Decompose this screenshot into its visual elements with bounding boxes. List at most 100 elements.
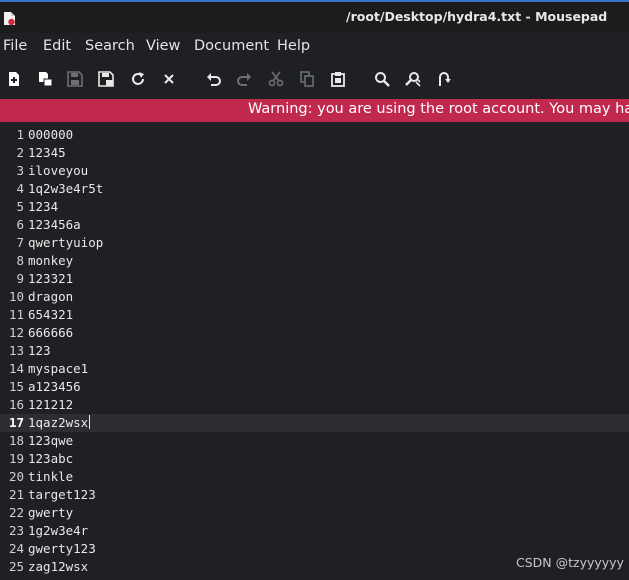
line-content: 123abc bbox=[28, 451, 74, 466]
editor-line[interactable]: 19 123abc bbox=[0, 450, 629, 468]
find-replace-icon bbox=[405, 72, 421, 87]
line-text[interactable]: 123456a bbox=[28, 217, 81, 232]
text-editor[interactable]: 1 000000 2 12345 3 iloveyou 4 1q2w3e4r5t 5 1234 6 1… bbox=[0, 124, 629, 580]
line-number: 4 bbox=[16, 181, 24, 196]
paste-button[interactable] bbox=[328, 69, 348, 89]
line-content: a123456 bbox=[28, 379, 81, 394]
menu-help[interactable]: Help bbox=[277, 38, 310, 54]
line-number: 25 bbox=[8, 559, 24, 574]
go-to-line-button[interactable] bbox=[434, 69, 454, 89]
new-document-button[interactable] bbox=[4, 69, 24, 89]
editor-line[interactable]: 2 12345 bbox=[0, 144, 629, 162]
editor-line[interactable]: 3 iloveyou bbox=[0, 162, 629, 180]
editor-line[interactable]: 18 123qwe bbox=[0, 432, 629, 450]
line-text[interactable]: gwerty bbox=[28, 505, 73, 520]
go-to-line-icon bbox=[439, 72, 451, 86]
line-text[interactable]: qwertyuiop bbox=[28, 235, 103, 250]
line-text[interactable]: 123qwe bbox=[28, 433, 73, 448]
line-number: 20 bbox=[8, 469, 24, 484]
line-text[interactable]: 12345 bbox=[28, 145, 66, 160]
line-text[interactable]: tinkle bbox=[28, 469, 73, 484]
title-bar: /root/Desktop/hydra4.txt - Mousepad bbox=[0, 0, 629, 33]
editor-line[interactable]: 22 gwerty bbox=[0, 504, 629, 522]
find-button[interactable] bbox=[372, 69, 392, 89]
redo-button[interactable] bbox=[234, 69, 254, 89]
line-content: 1234 bbox=[28, 199, 59, 214]
editor-line[interactable]: 7 qwertyuiop bbox=[0, 234, 629, 252]
reload-button[interactable] bbox=[128, 69, 148, 89]
line-text[interactable]: 654321 bbox=[28, 307, 73, 322]
new-document-icon bbox=[9, 72, 19, 86]
editor-line[interactable]: 4 1q2w3e4r5t bbox=[0, 180, 629, 198]
menu-search[interactable]: Search bbox=[85, 38, 135, 54]
find-replace-button[interactable] bbox=[403, 69, 423, 89]
editor-line[interactable]: 13 123 bbox=[0, 342, 629, 360]
editor-line[interactable]: 8 monkey bbox=[0, 252, 629, 270]
line-text[interactable]: dragon bbox=[28, 289, 73, 304]
line-number: 13 bbox=[8, 343, 24, 358]
line-text[interactable]: zag12wsx bbox=[28, 559, 88, 574]
editor-line[interactable]: 11 654321 bbox=[0, 306, 629, 324]
toolbar bbox=[0, 61, 629, 97]
line-content: monkey bbox=[28, 253, 74, 268]
editor-line[interactable]: 5 1234 bbox=[0, 198, 629, 216]
line-content: 1qaz2wsx bbox=[28, 415, 89, 430]
line-content: 654321 bbox=[28, 307, 74, 322]
editor-line[interactable]: 15 a123456 bbox=[0, 378, 629, 396]
editor-line[interactable]: 12 666666 bbox=[0, 324, 629, 342]
line-number: 8 bbox=[16, 253, 24, 268]
menu-edit[interactable]: Edit bbox=[43, 38, 71, 54]
line-text[interactable]: 1q2w3e4r5t bbox=[28, 181, 103, 196]
root-warning-text: Warning: you are using the root account.… bbox=[248, 101, 629, 117]
line-text[interactable]: target123 bbox=[28, 487, 96, 502]
copy-button[interactable] bbox=[297, 69, 317, 89]
close-icon bbox=[164, 74, 174, 84]
new-window-button[interactable] bbox=[35, 69, 55, 89]
editor-line[interactable]: 16 121212 bbox=[0, 396, 629, 414]
editor-line[interactable]: 9 123321 bbox=[0, 270, 629, 288]
line-text[interactable]: gwerty123 bbox=[28, 541, 96, 556]
line-text[interactable]: 123 bbox=[28, 343, 51, 358]
line-text[interactable]: monkey bbox=[28, 253, 73, 268]
save-button[interactable] bbox=[65, 69, 85, 89]
line-number: 18 bbox=[8, 433, 24, 448]
editor-line[interactable]: 21 target123 bbox=[0, 486, 629, 504]
line-text[interactable]: a123456 bbox=[28, 379, 81, 394]
editor-line[interactable]: 14 myspace1 bbox=[0, 360, 629, 378]
editor-line[interactable]: 6 123456a bbox=[0, 216, 629, 234]
line-text[interactable]: 666666 bbox=[28, 325, 73, 340]
line-content: 123321 bbox=[28, 271, 74, 286]
cut-button[interactable] bbox=[266, 69, 286, 89]
redo-icon bbox=[237, 73, 251, 86]
line-text[interactable]: 000000 bbox=[28, 127, 73, 142]
line-content: 123qwe bbox=[28, 433, 74, 448]
undo-button[interactable] bbox=[204, 69, 224, 89]
line-text[interactable]: 121212 bbox=[28, 397, 73, 412]
window-title: /root/Desktop/hydra4.txt - Mousepad bbox=[346, 9, 608, 24]
save-as-button[interactable] bbox=[96, 69, 116, 89]
line-content: qwertyuiop bbox=[28, 235, 104, 250]
editor-line[interactable]: 10 dragon bbox=[0, 288, 629, 306]
line-content: 000000 bbox=[28, 127, 74, 142]
line-text[interactable]: 123321 bbox=[28, 271, 73, 286]
line-text[interactable]: 1234 bbox=[28, 199, 58, 214]
line-text[interactable]: 1qaz2wsx bbox=[28, 415, 91, 430]
editor-line[interactable]: 23 1g2w3e4r bbox=[0, 522, 629, 540]
menu-document[interactable]: Document bbox=[194, 38, 269, 54]
line-text[interactable]: myspace1 bbox=[28, 361, 88, 376]
menu-view[interactable]: View bbox=[146, 38, 180, 54]
editor-line[interactable]: 1 000000 bbox=[0, 126, 629, 144]
editor-line[interactable]: 17 1qaz2wsx bbox=[0, 414, 629, 432]
line-number: 24 bbox=[8, 541, 24, 556]
line-text[interactable]: 1g2w3e4r bbox=[28, 523, 88, 538]
menu-file[interactable]: File bbox=[3, 38, 27, 54]
line-text[interactable]: iloveyou bbox=[28, 163, 88, 178]
line-content: dragon bbox=[28, 289, 74, 304]
editor-line[interactable]: 20 tinkle bbox=[0, 468, 629, 486]
line-content: iloveyou bbox=[28, 163, 89, 178]
line-number: 15 bbox=[8, 379, 24, 394]
line-text[interactable]: 123abc bbox=[28, 451, 73, 466]
line-number: 17 bbox=[8, 415, 24, 430]
close-button[interactable] bbox=[159, 69, 179, 89]
line-number: 7 bbox=[16, 235, 24, 250]
